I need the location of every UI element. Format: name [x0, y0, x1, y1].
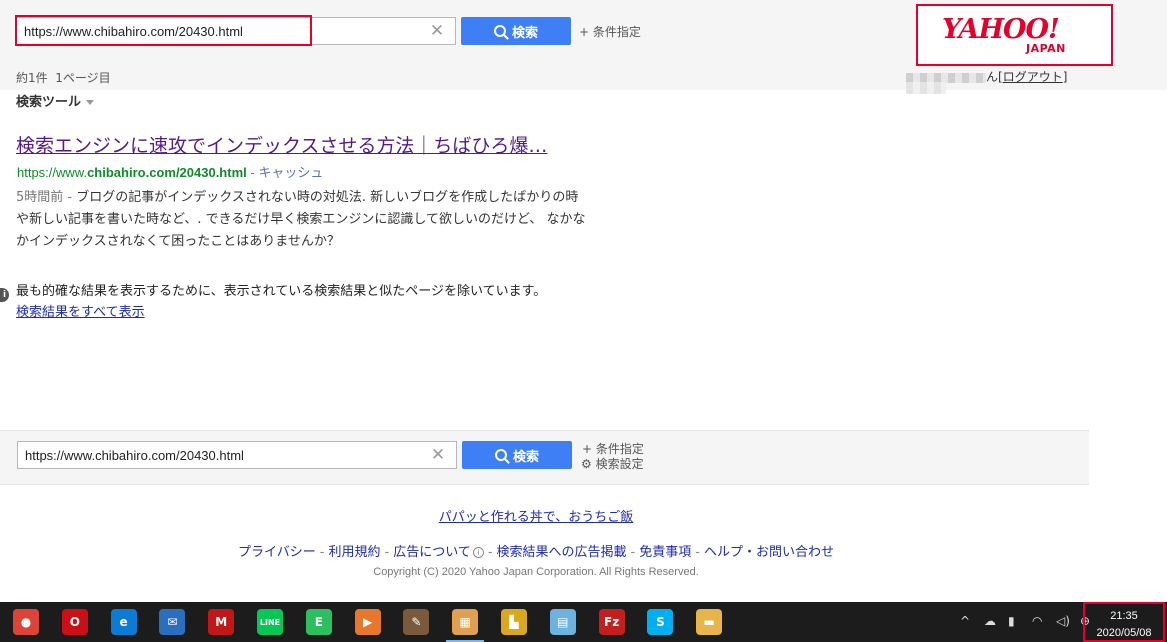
footer-link-disclaimer[interactable]: 免責事項	[639, 545, 691, 560]
cache-link[interactable]: キャッシュ	[258, 166, 323, 181]
footer-sep: -	[487, 545, 493, 560]
url-path: /20430.html	[175, 165, 247, 180]
search-icon	[494, 449, 507, 461]
caret-down-icon	[86, 100, 95, 105]
search-settings-label: 検索設定	[595, 457, 644, 471]
clock-time: 21:35	[1110, 610, 1138, 622]
search-tools-label: 検索ツール	[16, 95, 82, 110]
search-icon	[493, 25, 506, 37]
blurred-username-line2	[906, 82, 946, 94]
info-icon: i	[0, 288, 9, 302]
tray-icon-0[interactable]: ^	[960, 614, 970, 628]
url-sep: -	[246, 165, 259, 180]
bottom-search-input[interactable]: https://www.chibahiro.com/20430.html ✕	[17, 441, 457, 469]
copyright: Copyright (C) 2020 Yahoo Japan Corporati…	[373, 566, 699, 578]
windows-taskbar: ● Oe ✉ M LINE E ▶ ✎ ▦ ▙ ▤ Fz S ▬ ^ ☁ ▮ ◠ ◁) ⊕ 21:35 2020/0…	[0, 602, 1167, 642]
clock-date: 2020/05/08	[1096, 627, 1152, 639]
bottom-search-bar: https://www.chibahiro.com/20430.html ✕ 検…	[0, 430, 1089, 485]
logo-sub-text: JAPAN	[1026, 42, 1066, 55]
tray-icon-1[interactable]: ☁	[984, 614, 996, 628]
taskbar-user-folder-icon[interactable]: ▙	[501, 609, 527, 635]
taskbar-thunderbird-icon[interactable]: ✉	[159, 609, 186, 635]
footer-sep: -	[384, 545, 390, 560]
taskbar-skype-icon[interactable]: S	[647, 609, 674, 635]
omitted-notice: i 最も的確な結果を表示するために、表示されている検索結果と似たページを除いていま…	[0, 280, 546, 302]
yahoo-japan-logo[interactable]: YAHOO! JAPAN	[916, 4, 1113, 66]
taskbar-video-app-icon[interactable]: ✎	[403, 609, 430, 635]
promo-link[interactable]: パパッと作れる丼で、おうちご飯	[439, 510, 633, 525]
search-button-label: 検索	[511, 24, 538, 40]
taskbar-notepad-app-icon[interactable]: ▤	[549, 609, 576, 635]
bottom-search-button[interactable]: 検索	[462, 441, 572, 469]
ad-info-icon: i	[472, 547, 484, 558]
result-time-sep: -	[63, 190, 77, 205]
result-count-value: 約1件	[16, 71, 48, 85]
footer-sep: -	[319, 545, 325, 560]
taskbar-filezilla-icon[interactable]: Fz	[598, 609, 625, 635]
footer-link-help[interactable]: ヘルプ・お問い合わせ	[704, 545, 834, 560]
search-tools-toggle[interactable]: 検索ツール	[16, 91, 95, 110]
footer-promo: パパッと作れる丼で、おうちご飯	[0, 506, 1072, 525]
result-url: https://www.chibahiro.com/20430.html - キ…	[17, 162, 323, 181]
taskbar-file-explorer-icon[interactable]: ▬	[696, 609, 723, 635]
url-domain: chibahiro.com	[87, 165, 176, 180]
taskbar-clock[interactable]: 21:35 2020/05/08	[1083, 602, 1165, 642]
search-settings-link[interactable]: ⚙ 検索設定	[581, 455, 644, 472]
taskbar-evernote-icon[interactable]: E	[305, 609, 332, 635]
bottom-advanced-label: 条件指定	[595, 442, 644, 456]
result-title-link[interactable]: 検索エンジンに速攻でインデックスさせる方法｜ちばひろ爆…	[16, 131, 547, 158]
result-snippet: 5時間前 - ブログの記事がインデックスされない時の対処法. 新しいブログを作成…	[16, 187, 586, 253]
clear-icon[interactable]: ✕	[428, 21, 446, 41]
advanced-search-label: 条件指定	[592, 25, 641, 39]
bottom-search-query: https://www.chibahiro.com/20430.html	[25, 448, 244, 463]
taskbar-mcafee-icon[interactable]: M	[208, 609, 235, 635]
footer-sep: -	[630, 545, 636, 560]
taskbar-opera-icon[interactable]: O	[61, 609, 88, 635]
gear-icon: ⚙	[581, 457, 592, 471]
taskbar-media-player-icon[interactable]: ▶	[354, 609, 381, 635]
top-search-button[interactable]: 検索	[461, 17, 571, 45]
show-all-results-link[interactable]: 検索結果をすべて表示	[16, 301, 145, 320]
result-snippet-text: ブログの記事がインデックスされない時の対処法. 新しいブログを作成したばかりの時…	[16, 190, 586, 249]
blurred-username	[906, 72, 986, 83]
taskbar-edge-icon[interactable]: e	[110, 609, 137, 635]
omitted-notice-text: 最も的確な結果を表示するために、表示されている検索結果と似たページを除いています…	[16, 284, 547, 299]
user-close: ]	[1062, 70, 1068, 84]
user-suffix: ん[	[986, 70, 1003, 84]
logo-main-text: YAHOO!	[942, 14, 1060, 45]
footer-link-ads-about[interactable]: 広告について	[393, 545, 471, 560]
clear-icon[interactable]: ✕	[429, 445, 447, 465]
footer-link-ads-listing[interactable]: 検索結果への広告掲載	[497, 545, 627, 560]
footer-sep: -	[695, 545, 700, 560]
footer-link-terms[interactable]: 利用規約	[328, 545, 380, 560]
taskbar-chrome-icon[interactable]: ●	[13, 609, 39, 635]
url-scheme: https://www.	[17, 165, 88, 180]
advanced-search-link[interactable]: + 条件指定	[579, 23, 641, 40]
logout-link[interactable]: ログアウト	[1003, 70, 1063, 84]
taskbar-line-icon[interactable]: LINE	[257, 609, 283, 635]
footer-links: プライバシー - 利用規約 - 広告について i - 検索結果への広告掲載 - 免責事項 - ヘルプ・…	[0, 541, 1072, 560]
tray-icon-3[interactable]: ◠	[1032, 614, 1042, 628]
highlight-box-query	[15, 15, 312, 46]
taskbar-paint-app-icon[interactable]: ▦	[446, 609, 485, 642]
search-button-label: 検索	[512, 448, 539, 464]
footer-link-privacy[interactable]: プライバシー	[238, 545, 316, 560]
tray-icon-2[interactable]: ▮	[1008, 614, 1015, 628]
page-number: 1ページ目	[55, 71, 111, 85]
result-count: 約1件 1ページ目	[16, 69, 111, 86]
result-time: 5時間前	[16, 190, 64, 205]
tray-icon-4[interactable]: ◁)	[1056, 614, 1070, 628]
